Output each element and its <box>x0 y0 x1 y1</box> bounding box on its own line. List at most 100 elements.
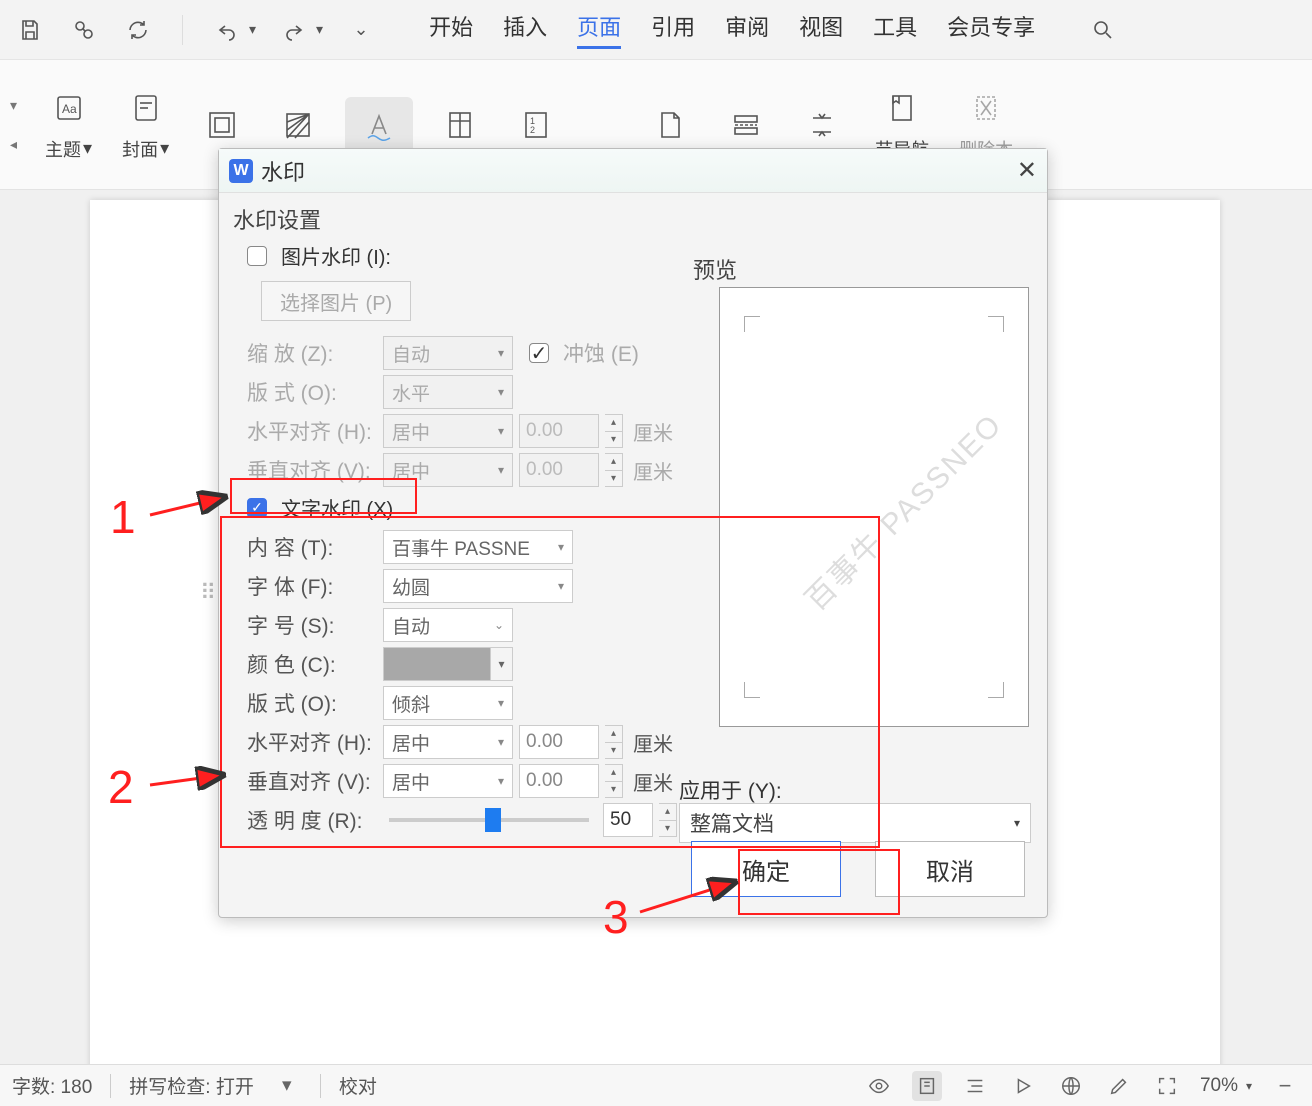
valign2-spinner[interactable]: ▴▾ <box>605 764 623 798</box>
ribbon-tabs: 开始 插入 页面 引用 审阅 视图 工具 会员专享 <box>429 10 1035 49</box>
halign2-numbox[interactable]: 0.00 <box>519 725 599 759</box>
print-icon[interactable] <box>68 14 100 46</box>
transparency-slider[interactable] <box>389 818 589 822</box>
web-view-icon[interactable] <box>1056 1071 1086 1101</box>
font-select[interactable]: 幼圆▾ <box>383 569 573 603</box>
annotation-number-2: 2 <box>108 760 134 814</box>
transparency-spinner[interactable]: ▴▾ <box>659 803 677 837</box>
apply-label: 应用于 (Y): <box>679 775 782 805</box>
annotation-arrow-2 <box>145 755 235 795</box>
spellcheck-dropdown-icon[interactable]: ▾ <box>272 1071 302 1101</box>
tab-reference[interactable]: 引用 <box>651 10 695 49</box>
eye-icon[interactable] <box>864 1071 894 1101</box>
valign-numbox: 0.00 <box>519 453 599 487</box>
layout-select: 水平▾ <box>383 375 513 409</box>
preview-watermark-text: 百事牛 PASSNEO <box>793 401 1010 618</box>
frame-button[interactable] <box>193 101 251 149</box>
content-select[interactable]: 百事牛 PASSNE▾ <box>383 530 573 564</box>
pic-watermark-label: 图片水印 (I): <box>281 241 391 270</box>
halign-select: 居中▾ <box>383 414 513 448</box>
dialog-titlebar[interactable]: W 水印 ✕ <box>219 149 1047 193</box>
preview-box: 百事牛 PASSNEO <box>719 287 1029 727</box>
tab-start[interactable]: 开始 <box>429 10 473 49</box>
hatch-button[interactable] <box>269 101 327 149</box>
tab-review[interactable]: 审阅 <box>725 10 769 49</box>
outline-view-icon[interactable] <box>960 1071 990 1101</box>
hatch-icon <box>278 105 318 145</box>
linenum-button[interactable]: 12 <box>507 101 565 149</box>
preview-label: 预览 <box>693 253 737 285</box>
halign2-spinner[interactable]: ▴▾ <box>605 725 623 759</box>
tab-insert[interactable]: 插入 <box>503 10 547 49</box>
redo-dropdown[interactable]: ▾ <box>278 14 323 46</box>
collapse-icon <box>802 105 842 145</box>
zoom-value[interactable]: 70% <box>1200 1075 1238 1097</box>
page-view-icon[interactable] <box>912 1071 942 1101</box>
tab-view[interactable]: 视图 <box>799 10 843 49</box>
collapse-button[interactable] <box>793 101 851 149</box>
more-dropdown-icon[interactable]: ⌄ <box>345 14 377 46</box>
proof-label[interactable]: 校对 <box>339 1072 377 1099</box>
halign2-unit: 厘米 <box>633 728 673 757</box>
text-watermark-checkbox[interactable]: ✓ <box>247 498 267 518</box>
halign2-label: 水平对齐 (H): <box>247 727 377 757</box>
theme-button[interactable]: Aa 主题▾ <box>39 84 98 166</box>
cover-button[interactable]: 封面▾ <box>116 84 175 166</box>
transparency-label: 透 明 度 (R): <box>247 805 375 835</box>
color-select[interactable]: ▾ <box>383 647 513 681</box>
size-select[interactable]: 自动⌄ <box>383 608 513 642</box>
cover-icon <box>126 88 166 128</box>
refresh-icon[interactable] <box>122 14 154 46</box>
watermark-icon <box>359 105 399 145</box>
fullscreen-icon[interactable] <box>1152 1071 1182 1101</box>
layout-label: 版 式 (O): <box>247 377 377 407</box>
halign-numbox: 0.00 <box>519 414 599 448</box>
wordcount-label[interactable]: 字数: 180 <box>12 1072 92 1099</box>
annotation-number-3: 3 <box>603 890 629 944</box>
separator <box>182 15 183 45</box>
tab-member[interactable]: 会员专享 <box>947 10 1035 49</box>
apply-select[interactable]: 整篇文档▾ <box>679 803 1031 843</box>
scale-label: 缩 放 (Z): <box>247 338 377 368</box>
halign2-select[interactable]: 居中▾ <box>383 725 513 759</box>
search-icon[interactable] <box>1087 14 1119 46</box>
layout2-select[interactable]: 倾斜▾ <box>383 686 513 720</box>
valign2-select[interactable]: 居中▾ <box>383 764 513 798</box>
newpage-button[interactable] <box>641 101 699 149</box>
page-icon-button[interactable] <box>431 101 489 149</box>
valign-label: 垂直对齐 (V): <box>247 455 377 485</box>
washout-checkbox: ✓ <box>529 343 549 363</box>
watermark-button[interactable] <box>345 97 413 153</box>
tab-page[interactable]: 页面 <box>577 10 621 49</box>
valign2-numbox[interactable]: 0.00 <box>519 764 599 798</box>
undo-dropdown[interactable]: ▾ <box>211 14 256 46</box>
newpage-icon <box>650 105 690 145</box>
tab-tool[interactable]: 工具 <box>873 10 917 49</box>
zoom-control[interactable]: 70% ▾ <box>1200 1075 1252 1097</box>
theme-icon: Aa <box>49 88 89 128</box>
text-watermark-label: 文字水印 (X) <box>281 493 393 522</box>
page-grid-icon <box>440 105 480 145</box>
ribbon-scroll-left[interactable]: ▾◂ <box>10 97 17 153</box>
cancel-button[interactable]: 取消 <box>875 841 1025 897</box>
spellcheck-label[interactable]: 拼写检查: 打开 <box>129 1072 254 1099</box>
zoom-out-icon[interactable]: − <box>1270 1071 1300 1101</box>
font-label: 字 体 (F): <box>247 571 377 601</box>
play-icon[interactable] <box>1008 1071 1038 1101</box>
valign-spinner: ▴▾ <box>605 453 623 487</box>
transparency-numbox[interactable]: 50 <box>603 803 653 837</box>
select-picture-button: 选择图片 (P) <box>261 281 411 321</box>
close-icon[interactable]: ✕ <box>1017 156 1037 185</box>
linenum-icon: 12 <box>516 105 556 145</box>
content-label: 内 容 (T): <box>247 532 377 562</box>
annotation-arrow-3 <box>635 870 745 920</box>
edit-icon[interactable] <box>1104 1071 1134 1101</box>
annotation-arrow-1 <box>145 485 235 525</box>
save-icon[interactable] <box>14 14 46 46</box>
pic-watermark-checkbox[interactable] <box>247 246 267 266</box>
pic-watermark-row: 图片水印 (I): <box>247 241 1033 270</box>
section-button[interactable] <box>717 101 775 149</box>
quick-access-toolbar: ▾ ▾ ⌄ 开始 插入 页面 引用 审阅 视图 工具 会员专享 <box>0 0 1312 60</box>
halign-spinner: ▴▾ <box>605 414 623 448</box>
drag-handle-icon[interactable]: ⠿ <box>200 580 218 606</box>
